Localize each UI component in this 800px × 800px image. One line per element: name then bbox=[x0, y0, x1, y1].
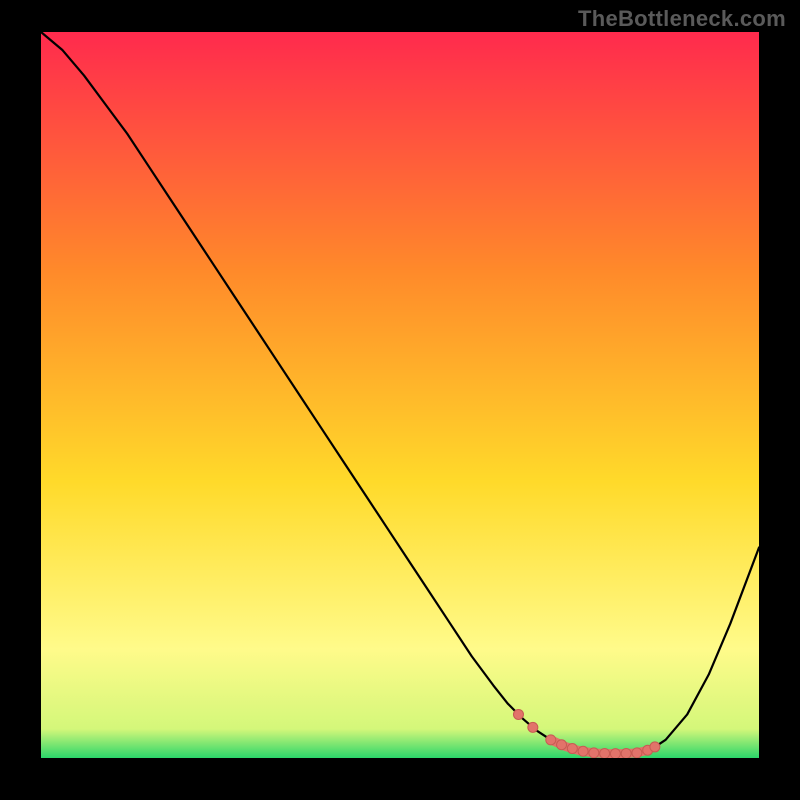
chart-frame: TheBottleneck.com bbox=[0, 0, 800, 800]
marker-dot bbox=[610, 749, 620, 758]
marker-dot bbox=[650, 742, 660, 752]
marker-dot bbox=[621, 748, 631, 758]
marker-dot bbox=[513, 709, 523, 719]
marker-dot bbox=[578, 746, 588, 756]
marker-dot bbox=[557, 740, 567, 750]
gradient-background bbox=[41, 32, 759, 758]
marker-dot bbox=[600, 748, 610, 758]
marker-dot bbox=[632, 748, 642, 758]
marker-dot bbox=[528, 722, 538, 732]
marker-dot bbox=[567, 744, 577, 754]
plot-area bbox=[41, 32, 759, 758]
marker-dot bbox=[589, 748, 599, 758]
bottleneck-curve-chart bbox=[41, 32, 759, 758]
marker-dot bbox=[546, 735, 556, 745]
watermark-text: TheBottleneck.com bbox=[578, 6, 786, 32]
